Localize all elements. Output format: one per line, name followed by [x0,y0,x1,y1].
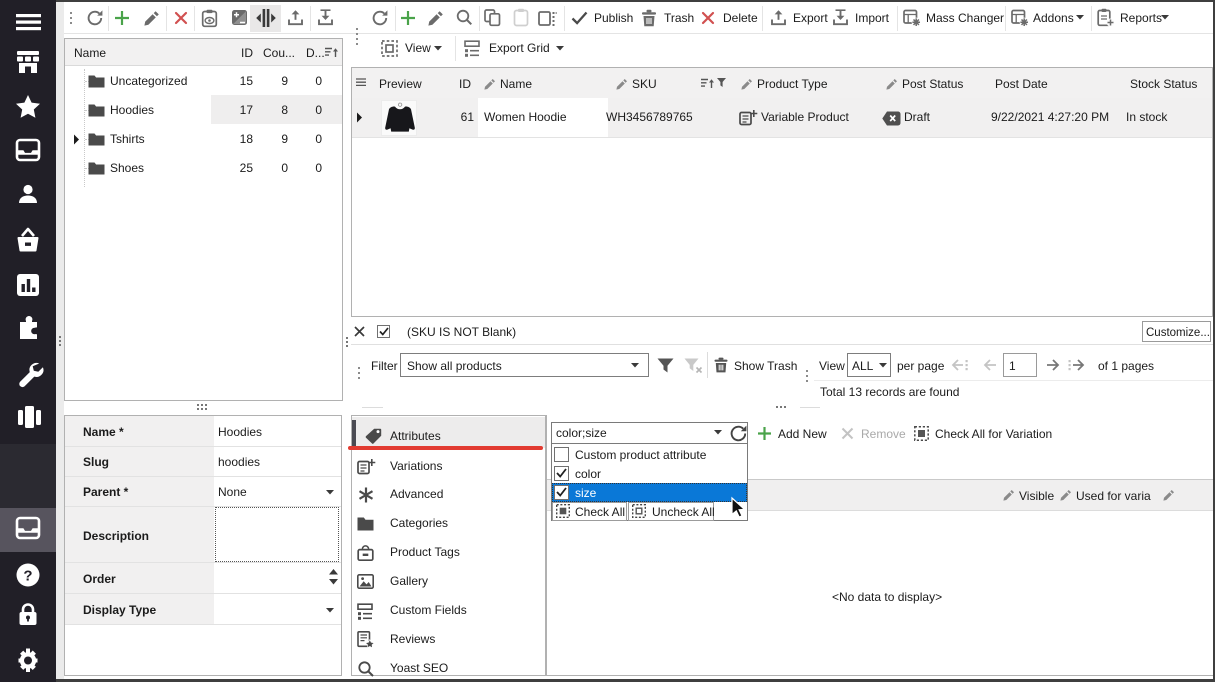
svg-text:?: ? [23,568,32,585]
